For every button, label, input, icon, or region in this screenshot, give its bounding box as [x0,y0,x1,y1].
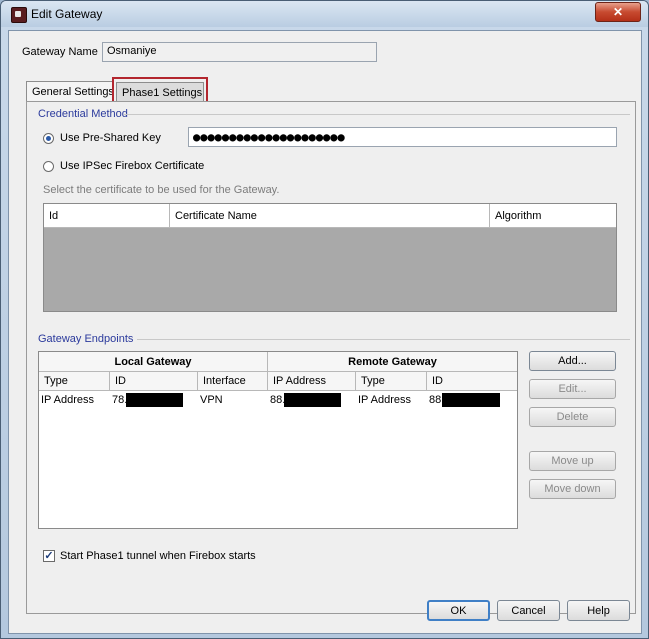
col-local-type[interactable]: Type [39,372,110,391]
certificate-table[interactable]: Id Certificate Name Algorithm [43,203,617,312]
edit-endpoint-button[interactable]: Edit... [529,379,616,399]
title-bar[interactable]: Edit Gateway ✕ [1,1,648,27]
ipsec-certificate-label: Use IPSec Firebox Certificate [60,160,205,172]
gateway-name-label: Gateway Name [22,46,98,58]
start-tunnel-label: Start Phase1 tunnel when Firebox starts [60,550,256,562]
remote-gateway-header: Remote Gateway [268,352,517,372]
cert-col-algorithm[interactable]: Algorithm [490,204,616,228]
cert-col-name[interactable]: Certificate Name [170,204,490,228]
gateway-name-field[interactable]: Osmaniye [102,42,377,62]
row-local-type: IP Address [41,394,94,406]
check-icon: ✓ [44,550,54,562]
gateway-endpoints-title: Gateway Endpoints [38,333,134,345]
table-row[interactable]: IP Address 78. VPN 88. IP Address 88. [39,391,517,409]
edit-gateway-window: Edit Gateway ✕ Gateway Name Osmaniye Gen… [0,0,649,639]
general-settings-panel: Credential Method Use Pre-Shared Key ●●●… [26,101,636,614]
help-button[interactable]: Help [567,600,630,621]
credential-method-title: Credential Method [38,108,128,120]
ipsec-certificate-radio[interactable] [43,161,54,172]
col-local-id[interactable]: ID [110,372,198,391]
pre-shared-key-input[interactable]: ●●●●●●●●●●●●●●●●●●●●● [188,127,617,147]
close-button[interactable]: ✕ [595,2,641,22]
col-remote-ip[interactable]: IP Address [268,372,356,391]
row-interface: VPN [200,394,223,406]
credential-separator [124,114,630,115]
endpoints-separator [137,339,630,340]
cert-col-id[interactable]: Id [44,204,170,228]
local-gateway-header: Local Gateway [39,352,268,372]
close-icon: ✕ [612,5,624,19]
pre-shared-key-label: Use Pre-Shared Key [60,132,161,144]
col-interface[interactable]: Interface [198,372,268,391]
redacted-remote-ip [284,393,341,407]
tab-general-settings[interactable]: General Settings [26,81,114,102]
certificate-hint-text: Select the certificate to be used for th… [43,184,280,196]
firebox-app-icon [11,7,27,23]
gateway-endpoints-table[interactable]: Local Gateway Remote Gateway Type ID Int… [38,351,518,529]
col-remote-type[interactable]: Type [356,372,427,391]
redacted-remote-id [442,393,500,407]
move-down-button[interactable]: Move down [529,479,616,499]
ok-button[interactable]: OK [427,600,490,621]
cancel-button[interactable]: Cancel [497,600,560,621]
pre-shared-key-radio[interactable] [43,133,54,144]
move-up-button[interactable]: Move up [529,451,616,471]
dialog-body: Gateway Name Osmaniye General Settings P… [8,30,642,634]
row-remote-type: IP Address [358,394,411,406]
col-remote-id[interactable]: ID [427,372,517,391]
add-endpoint-button[interactable]: Add... [529,351,616,371]
window-title: Edit Gateway [31,7,103,21]
delete-endpoint-button[interactable]: Delete [529,407,616,427]
start-tunnel-checkbox[interactable]: ✓ [43,550,55,562]
redacted-local-id [126,393,183,407]
tab-phase1-settings[interactable]: Phase1 Settings [116,82,204,102]
